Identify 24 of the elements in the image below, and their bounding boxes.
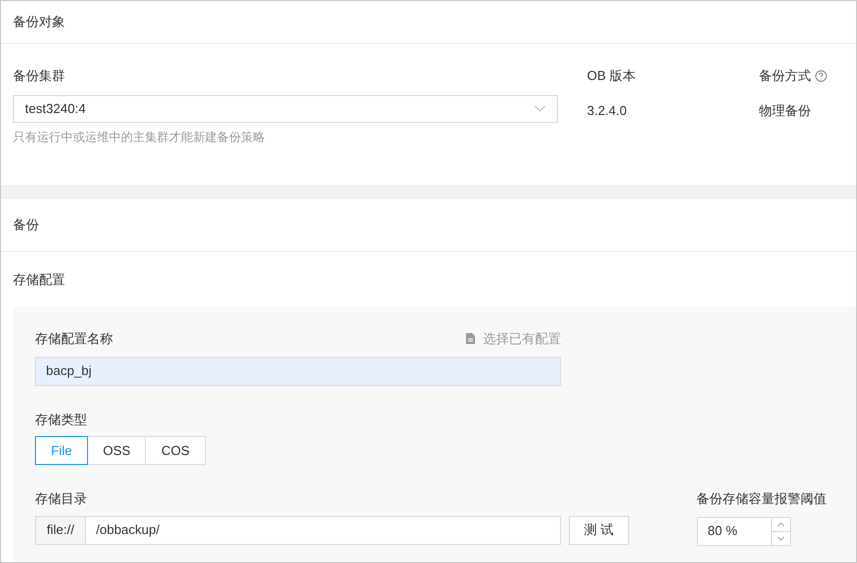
test-button[interactable]: 测 试	[569, 516, 629, 544]
section-title: 备份对象	[13, 13, 65, 32]
field-label: 备份存储容量报警阈值	[696, 490, 827, 508]
threshold-input[interactable]: 80 %	[696, 516, 791, 546]
directory-input[interactable]: file:// /obbackup/	[35, 516, 561, 544]
cluster-select[interactable]: test3240:4	[13, 94, 558, 122]
storage-type-option[interactable]: COS	[145, 436, 206, 465]
hint-text: 只有运行中或运维中的主集群才能新建备份策略	[13, 128, 266, 146]
version-value: 3.2.4.0	[587, 102, 627, 120]
field-label: 存储配置名称	[35, 330, 113, 348]
field-label: 备份集群	[13, 67, 66, 85]
storage-type-option[interactable]: OSS	[86, 436, 146, 465]
subsection-title: 存储配置	[13, 270, 65, 289]
document-icon	[465, 332, 476, 346]
field-label: 存储目录	[35, 490, 87, 508]
field-label: OB 版本	[587, 67, 636, 85]
field-label: 备份方式	[759, 67, 811, 85]
config-name-input[interactable]: bacp_bj	[35, 356, 561, 386]
prefix-addon: file://	[36, 516, 86, 544]
chevron-down-icon	[534, 104, 546, 112]
section-title: 备份	[13, 216, 39, 234]
help-icon[interactable]	[815, 70, 827, 82]
mode-value: 物理备份	[759, 102, 811, 120]
field-label: 存储类型	[35, 410, 87, 428]
